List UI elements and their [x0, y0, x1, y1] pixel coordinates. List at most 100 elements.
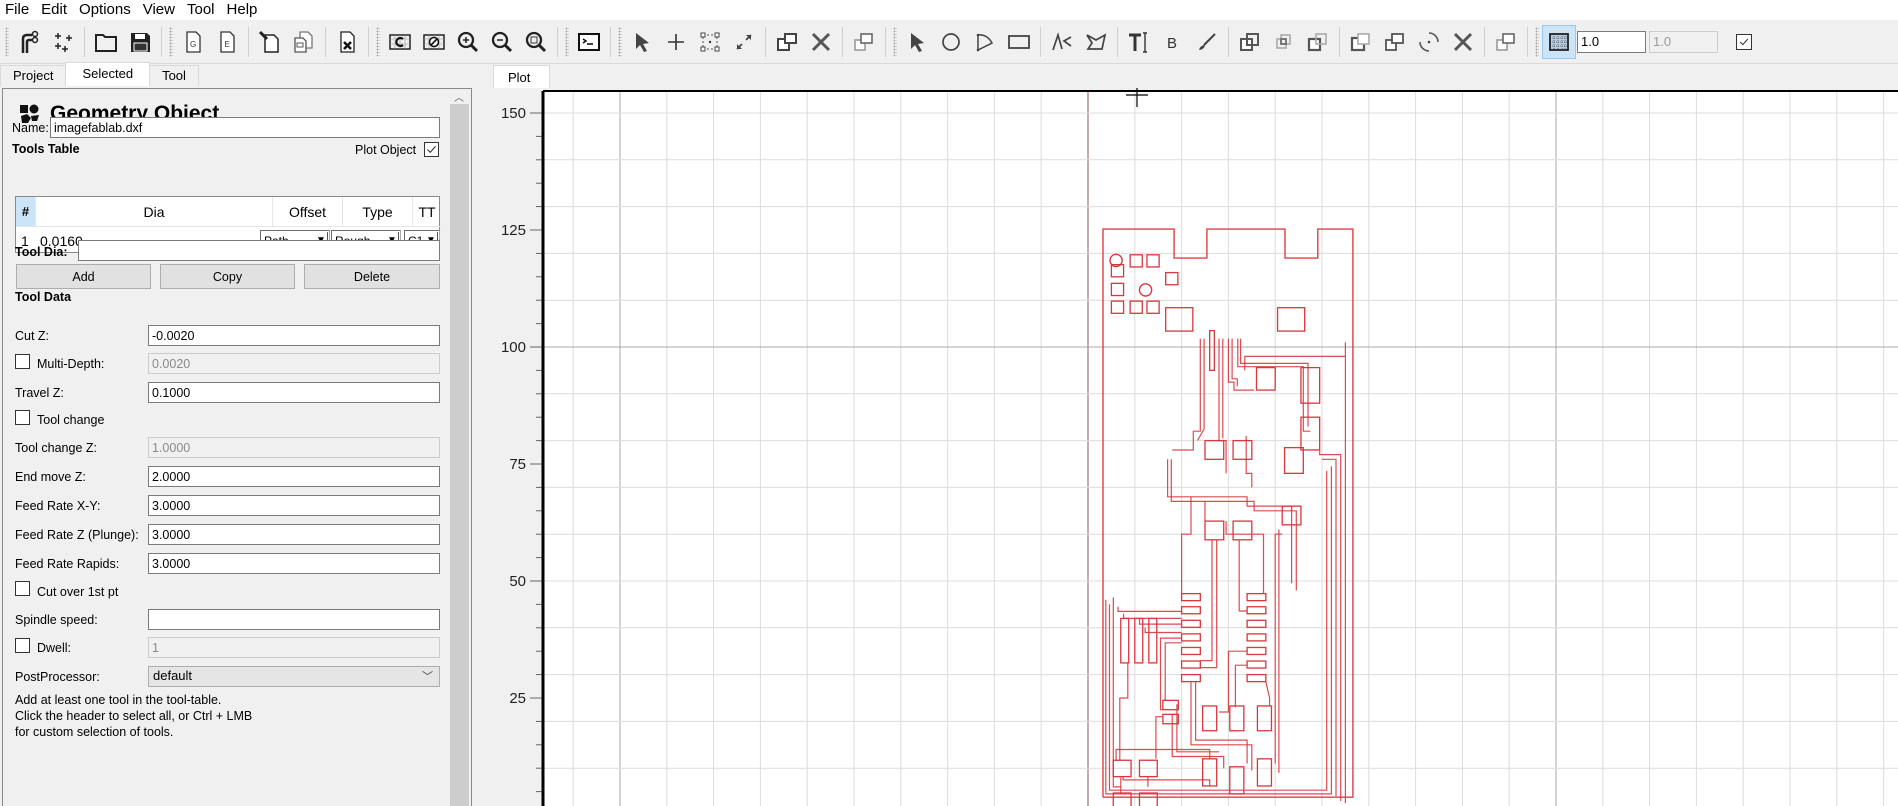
select-button[interactable]: [625, 25, 659, 59]
open-project-icon: [95, 33, 117, 52]
postprocessor-select[interactable]: default ﹀: [148, 666, 440, 687]
toolbar-grip[interactable]: [565, 26, 569, 57]
replot-button[interactable]: [383, 25, 417, 59]
union-geo-button[interactable]: [1233, 25, 1267, 59]
menu-help[interactable]: Help: [221, 0, 264, 20]
plot-canvas[interactable]: 150 125 100 75 50 25: [486, 88, 1898, 806]
zoom-out-button[interactable]: [485, 25, 519, 59]
zoom-fit-button[interactable]: [519, 25, 553, 59]
delete-shape-button[interactable]: [1446, 25, 1480, 59]
cut-button[interactable]: [804, 25, 838, 59]
new-gcode-button[interactable]: G: [176, 25, 210, 59]
subtract-button[interactable]: [1301, 25, 1335, 59]
toolbar-grip[interactable]: [376, 26, 380, 57]
end-move-z-label: End move Z:: [15, 470, 86, 484]
zoom-in-button[interactable]: [451, 25, 485, 59]
select-shape-button[interactable]: [900, 25, 934, 59]
table-header-tt[interactable]: TT: [413, 197, 441, 227]
plot-object-label: Plot Object: [355, 143, 417, 157]
toolbar-grip[interactable]: [5, 26, 9, 57]
select-shape-icon: [911, 32, 924, 52]
feed-z-input[interactable]: [148, 524, 440, 545]
end-move-z-input[interactable]: [148, 466, 440, 487]
path-button[interactable]: [1045, 25, 1079, 59]
name-input[interactable]: [50, 117, 440, 138]
shell-button[interactable]: [572, 25, 606, 59]
cut-geo-button[interactable]: [1344, 25, 1378, 59]
y-tick-label: 50: [509, 573, 526, 590]
add-point-button[interactable]: [659, 25, 693, 59]
text-button[interactable]: [1122, 25, 1156, 59]
tab-tool[interactable]: Tool: [149, 65, 199, 86]
grid-snap-button[interactable]: [1542, 24, 1576, 59]
clear-plot-button[interactable]: [417, 25, 451, 59]
help-text-line: Add at least one tool in the tool-table.: [15, 693, 222, 707]
add-tool-button[interactable]: Add: [16, 264, 151, 289]
cut-over-checkbox[interactable]: [15, 581, 30, 596]
toolbar-grip[interactable]: [1535, 26, 1539, 57]
tool-change-checkbox[interactable]: [15, 410, 30, 425]
resize-button[interactable]: [727, 25, 761, 59]
tab-project[interactable]: Project: [0, 65, 67, 86]
toolbar-grip[interactable]: [618, 26, 622, 57]
intersection-button[interactable]: [1267, 25, 1301, 59]
tab-selected[interactable]: Selected: [65, 62, 151, 86]
toolbar-separator: [610, 26, 611, 57]
move-snap-button[interactable]: [693, 25, 727, 59]
multi-depth-checkbox[interactable]: [15, 354, 30, 369]
circle-button[interactable]: [934, 25, 968, 59]
buffer-button[interactable]: B: [1156, 25, 1190, 59]
feed-rapids-input[interactable]: [148, 553, 440, 574]
scrollbar-thumb[interactable]: [450, 104, 469, 806]
copy-object-button[interactable]: [287, 25, 321, 59]
tab-plot-area[interactable]: Plot Area: [493, 65, 551, 108]
grid-y-input: [1649, 30, 1718, 53]
toolbar-grip[interactable]: [169, 26, 173, 57]
tool-dia-input[interactable]: [78, 240, 440, 261]
polygon-button[interactable]: [1079, 25, 1113, 59]
cut-z-input[interactable]: [148, 325, 440, 346]
menu-view[interactable]: View: [137, 0, 181, 20]
plot-object-checkbox[interactable]: [424, 142, 439, 157]
menu-options[interactable]: Options: [73, 0, 137, 20]
save-project-button[interactable]: [123, 25, 157, 59]
polygon-icon: [1086, 32, 1107, 50]
spindle-input[interactable]: [148, 609, 440, 630]
circle-icon: [942, 32, 960, 51]
new-excellon-button[interactable]: E: [210, 25, 244, 59]
delete-object-button[interactable]: [330, 25, 364, 59]
delete-tool-button[interactable]: Delete: [304, 264, 440, 289]
table-header-type[interactable]: Type: [343, 197, 413, 227]
clear-plot-icon: [423, 33, 445, 50]
feed-xy-input[interactable]: [148, 495, 440, 516]
open-excellon-button[interactable]: [46, 25, 80, 59]
menu-file[interactable]: File: [0, 0, 35, 20]
open-gerber-button[interactable]: [12, 25, 46, 59]
plot-area[interactable]: 150 125 100 75 50 25: [486, 88, 1898, 806]
rectangle-button[interactable]: [1002, 25, 1036, 59]
table-header-num[interactable]: #: [16, 197, 36, 227]
dwell-checkbox[interactable]: [15, 638, 30, 653]
toolbar-grip[interactable]: [893, 26, 897, 57]
edit-object-button[interactable]: [253, 25, 287, 59]
rotate-button[interactable]: [1412, 25, 1446, 59]
copy-shape-button[interactable]: [847, 25, 881, 59]
table-header-offset[interactable]: Offset: [273, 197, 343, 227]
cut-icon: [811, 32, 831, 51]
union-button[interactable]: [770, 25, 804, 59]
travel-z-input[interactable]: [148, 382, 440, 403]
menu-tool[interactable]: Tool: [181, 0, 221, 20]
arc-button[interactable]: [968, 25, 1002, 59]
grid-lock-checkbox[interactable]: [1736, 33, 1752, 50]
paint-button[interactable]: [1190, 25, 1224, 59]
new-excellon-icon: E: [220, 30, 235, 53]
grid-x-input[interactable]: [1577, 30, 1646, 53]
menu-edit[interactable]: Edit: [35, 0, 73, 20]
copy-tool-button[interactable]: Copy: [160, 264, 295, 289]
open-project-button[interactable]: [89, 25, 123, 59]
panel-scrollbar[interactable]: ︿: [449, 89, 469, 806]
table-header-dia[interactable]: Dia: [36, 197, 273, 227]
scroll-up-icon[interactable]: ︿: [449, 89, 469, 104]
move-geo-button[interactable]: [1489, 25, 1523, 59]
copy-geo-button[interactable]: [1378, 25, 1412, 59]
